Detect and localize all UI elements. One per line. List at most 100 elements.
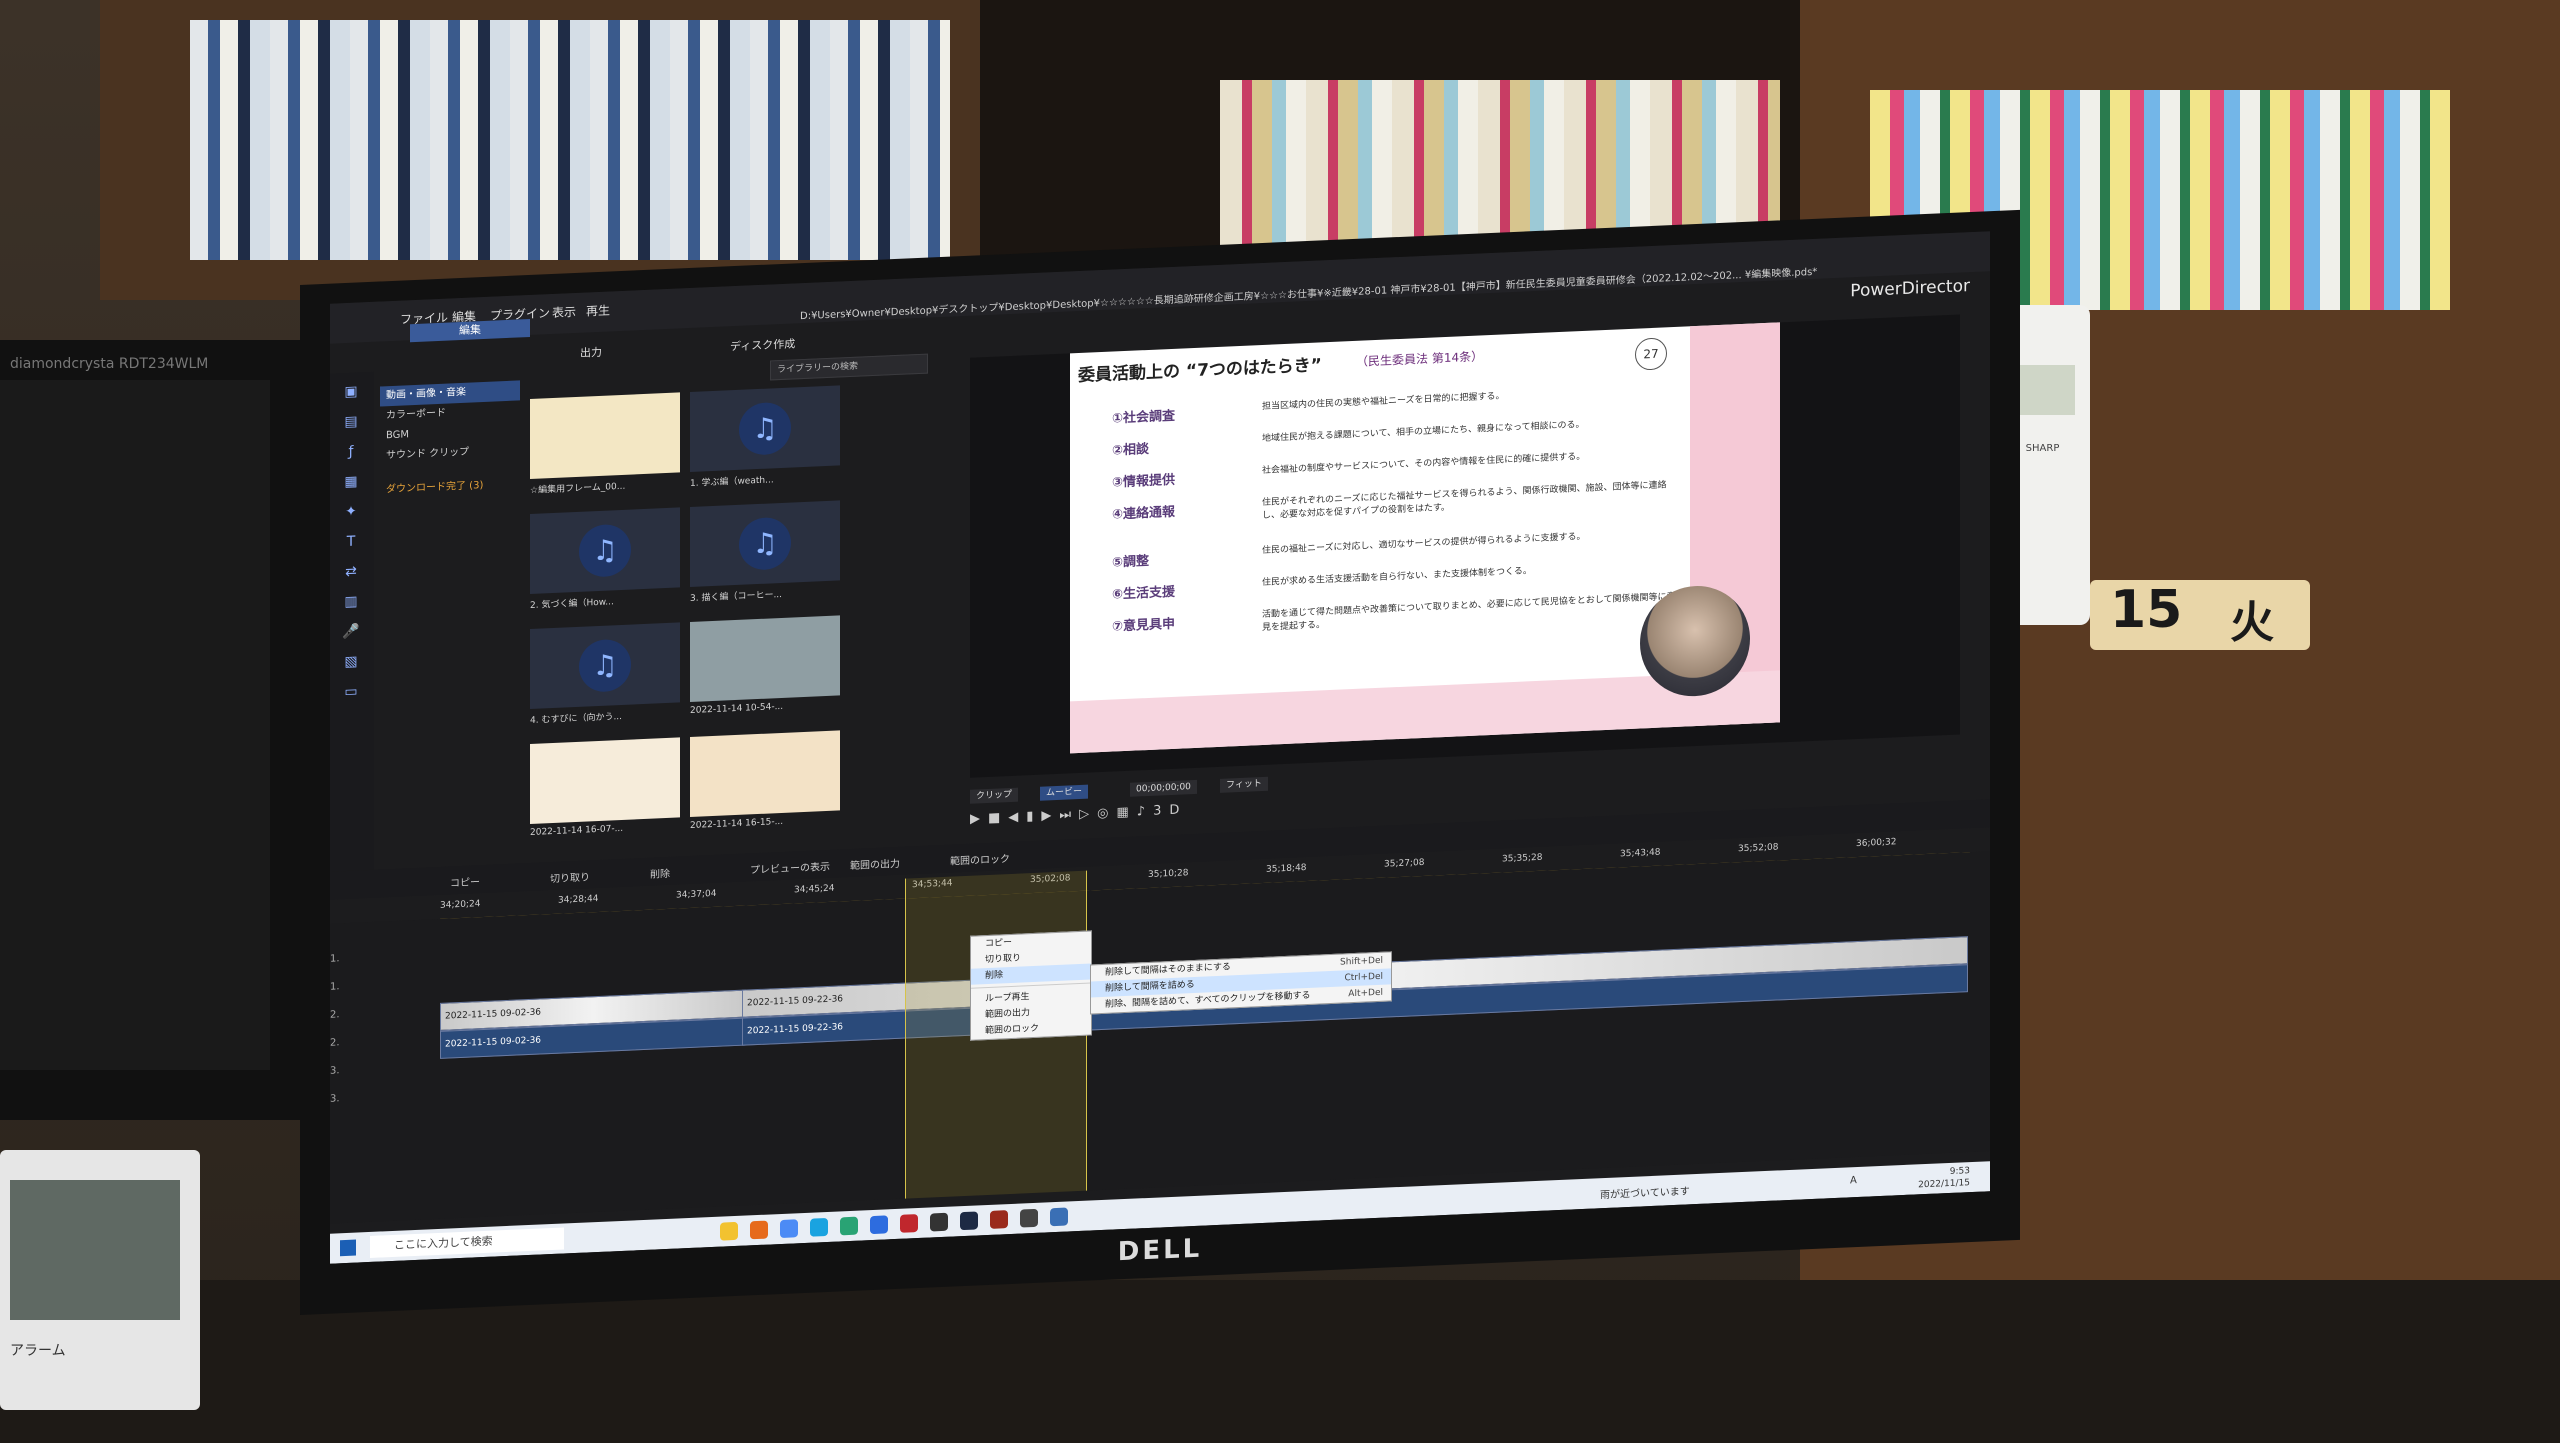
submenu-label: 削除して間隔を詰める (1105, 979, 1195, 994)
range-lock-button[interactable]: 範囲のロック (950, 850, 1010, 868)
fx-room-icon[interactable]: ƒ (342, 442, 360, 461)
ruler-tick: 35;52;08 (1738, 842, 1779, 855)
app-icon-gray[interactable] (1020, 1208, 1038, 1228)
clip-mode-button[interactable]: クリップ (970, 787, 1019, 804)
app-icon-maroon[interactable] (990, 1210, 1008, 1229)
library-item[interactable]: ☆編集用フレーム_00... (530, 392, 680, 509)
row-body: 社会福祉の制度やサービスについて、その内容や情報を住民に的確に提供する。 (1262, 451, 1586, 476)
photos-icon[interactable] (1050, 1207, 1068, 1227)
preview-toggle-button[interactable]: プレビューの表示 (750, 858, 830, 876)
fit-dropdown[interactable]: フィット (1220, 776, 1268, 793)
library-item-caption: 4. むすびに（向かう... (530, 711, 623, 726)
row-head: ⑦意見具申 (1112, 616, 1176, 635)
digital-clock: アラーム (0, 1150, 200, 1410)
voice-over-icon[interactable]: 🎤 (342, 622, 360, 641)
library-item[interactable]: ♫ 2. 気づく編（How... (530, 507, 680, 624)
timecode-display[interactable]: 00;00;00;00 (1130, 779, 1197, 797)
ruler-tick: 34;45;24 (794, 883, 835, 896)
particle-icon[interactable]: ✦ (342, 502, 360, 521)
library-item[interactable]: 2022-11-14 16-15-... (690, 730, 840, 847)
thumbnail-image (530, 392, 680, 479)
ime-indicator[interactable]: A (1850, 1175, 1857, 1186)
download-status[interactable]: ダウンロード完了 (3) (380, 474, 520, 495)
range-output-button[interactable]: 範囲の出力 (850, 855, 900, 872)
tab-disc[interactable]: ディスク作成 (730, 335, 795, 354)
transition-icon[interactable]: ⇄ (342, 562, 360, 581)
row-head: ⑤調整 (1112, 553, 1150, 571)
powerdirector-icon[interactable] (960, 1211, 978, 1231)
transport-buttons[interactable]: ▶■◀▮▶⏭▷◎▦♪3D (970, 802, 1187, 826)
track-header[interactable]: 3. (330, 1061, 440, 1090)
copy-button[interactable]: コピー (450, 873, 480, 889)
pip-room-icon[interactable]: ▤ (342, 412, 360, 431)
track-header[interactable]: 1. (330, 977, 440, 1006)
slide-title: 委員活動上の “7つのはたらき” (1078, 355, 1322, 387)
taskbar-clock[interactable]: 9:53 2022/11/15 (1918, 1165, 1970, 1191)
slide-subtitle: （民生委員法 第14条） (1356, 349, 1484, 369)
weather-status[interactable]: 雨が近づいています (1600, 1182, 1690, 1201)
track-header[interactable]: 1. (330, 949, 440, 978)
row-body: 担当区域内の住民の実態や福祉ニーズを日常的に把握する。 (1262, 391, 1505, 412)
movie-mode-button[interactable]: ムービー (1040, 784, 1089, 801)
edge-icon[interactable] (840, 1216, 858, 1236)
subtitle-icon[interactable]: ▭ (342, 682, 360, 701)
pip-object-icon[interactable]: ▦ (342, 472, 360, 491)
row-body: 地域住民が抱える課題について、相手の立場にたち、親身になって相談にのる。 (1262, 419, 1585, 444)
music-note-icon: ♫ (579, 523, 631, 578)
row-head: ⑥生活支援 (1112, 584, 1176, 603)
library-categories: 動画・画像・音楽 カラーボード BGM サウンド クリップ ダウンロード完了 (… (380, 380, 520, 686)
track-header[interactable]: 3. (330, 1089, 440, 1118)
ruler-tick: 34;37;04 (676, 888, 717, 901)
windows-start-icon[interactable] (340, 1239, 356, 1257)
title-room-icon[interactable]: T (342, 532, 360, 551)
zoom-icon[interactable] (870, 1215, 888, 1235)
taskbar-search-input[interactable]: ここに入力して検索 (370, 1227, 564, 1258)
slide-row: ⑤調整 住民の福祉ニーズに対応し、適切なサービスの提供が得られるように支援する。 (1112, 527, 1672, 571)
chapter-icon[interactable]: ▧ (342, 652, 360, 671)
library-search-input[interactable]: ライブラリーの検索 (770, 353, 928, 381)
left-monitor-brand: diamondcrysta RDT234WLM (10, 356, 209, 372)
library-item[interactable]: ♫ 3. 描く編（コーヒー... (690, 500, 840, 617)
chrome-icon[interactable] (780, 1219, 798, 1239)
slide-row: ③情報提供 社会福祉の制度やサービスについて、その内容や情報を住民に的確に提供する… (1112, 447, 1672, 491)
library-item-caption: 1. 学ぶ編（weath... (690, 475, 774, 489)
menu-view[interactable]: 表示 (552, 303, 576, 321)
ruler-tick: 34;20;24 (440, 899, 481, 911)
row-head: ①社会調査 (1112, 408, 1176, 427)
delete-button[interactable]: 削除 (650, 865, 670, 881)
row-body: 住民の福祉ニーズに対応し、適切なサービスの提供が得られるように支援する。 (1262, 531, 1586, 556)
menu-play[interactable]: 再生 (586, 301, 610, 319)
library-item[interactable]: 2022-11-14 10-54-... (690, 615, 840, 732)
track-header[interactable]: 2. (330, 1005, 440, 1034)
track-header[interactable]: 2. (330, 1033, 440, 1062)
tab-edit[interactable]: 編集 (410, 318, 530, 343)
library-item-caption: 3. 描く編（コーヒー... (690, 589, 783, 604)
library-item[interactable]: ♫ 4. むすびに（向かう... (530, 622, 680, 739)
calendar-date: 15 (2110, 580, 2183, 640)
books-left (190, 20, 950, 260)
media-room-icon[interactable]: ▣ (342, 382, 360, 401)
explorer-icon[interactable] (720, 1221, 738, 1241)
app-icon-dark[interactable] (930, 1212, 948, 1232)
clock-label: アラーム (10, 1343, 66, 1359)
thumbnail-image: ♫ (530, 622, 680, 709)
library-item[interactable]: ♫ 1. 学ぶ編（weath... (690, 385, 840, 502)
main-monitor: ファイル 編集 プラグイン 表示 再生 D:¥Users¥Owner¥Deskt… (300, 209, 2020, 1315)
row-body: 活動を通じて得た問題点や改善策について取りまとめ、必要に応じて民児協をとおして関… (1262, 591, 1676, 633)
slide-row: ①社会調査 担当区域内の住民の実態や福祉ニーズを日常的に把握する。 (1112, 383, 1672, 426)
slide-row: ④連絡通報 住民がそれぞれのニーズに応じた福祉サービスを得られるよう、関係行政機関… (1112, 479, 1672, 522)
library-grid: ☆編集用フレーム_00... ♫ 1. 学ぶ編（weath... ♫ 2. 気づ… (530, 381, 930, 858)
audio-mixer-icon[interactable]: ▥ (342, 592, 360, 611)
firefox-icon[interactable] (750, 1220, 768, 1240)
library-item[interactable]: 2022-11-14 16-07-... (530, 737, 680, 854)
tab-output[interactable]: 出力 (580, 344, 602, 361)
thumbnail-image (530, 737, 680, 824)
cut-button[interactable]: 切り取り (550, 868, 590, 885)
row-head: ④連絡通報 (1112, 504, 1176, 523)
preview-window[interactable]: 委員活動上の “7つのはたらき” （民生委員法 第14条） 27 ①社会調査 担当… (970, 314, 1960, 778)
library-item-caption: 2022-11-14 10-54-... (690, 701, 784, 716)
skype-icon[interactable] (810, 1217, 828, 1237)
mode-3d[interactable]: 3D (1153, 802, 1187, 818)
app-icon-red[interactable] (900, 1214, 918, 1233)
ruler-tick: 35;27;08 (1384, 857, 1425, 870)
